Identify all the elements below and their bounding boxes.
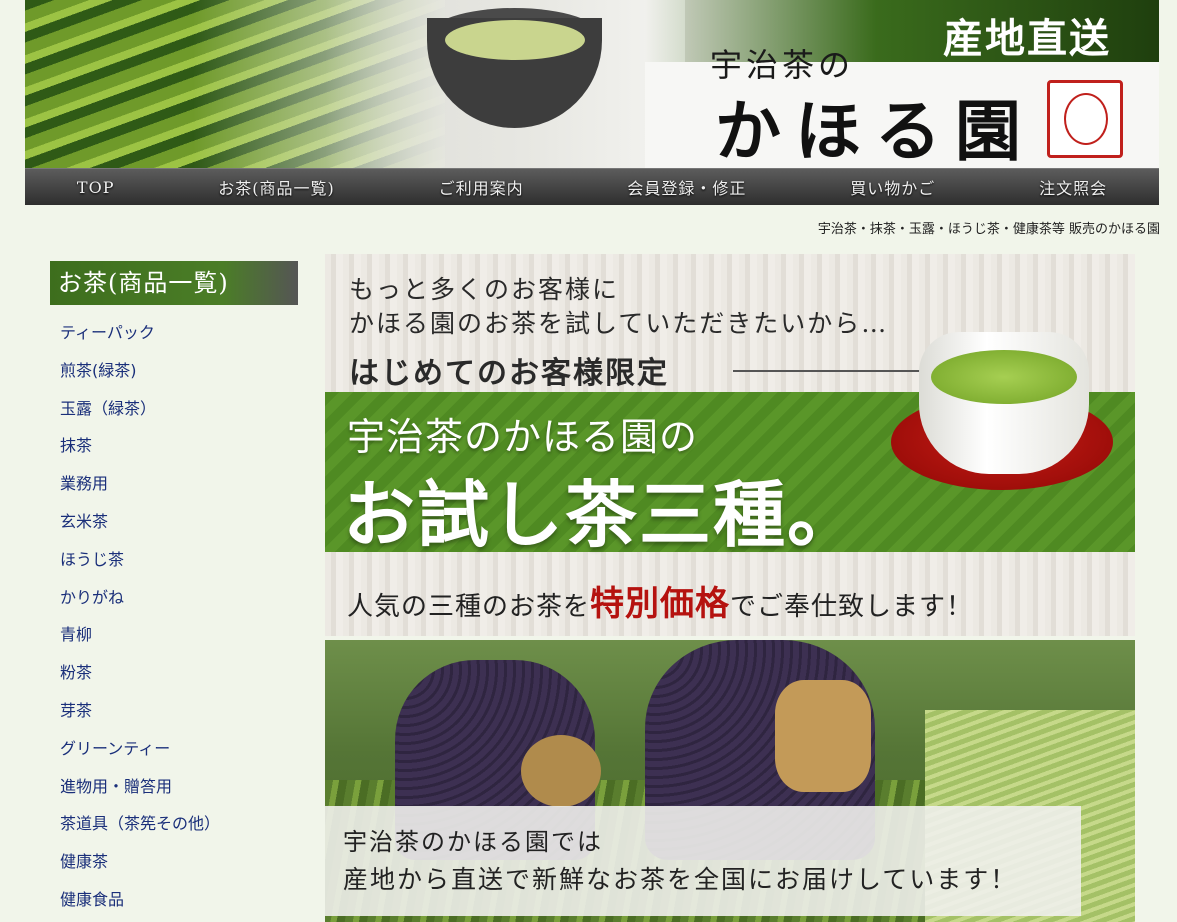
nav-top[interactable]: TOP [77, 178, 115, 197]
trial-tea-banner[interactable]: もっと多くのお客様に かほる園のお茶を試していただきたいから… はじめてのお客様… [325, 254, 1135, 636]
list-item: 煎茶(緑茶) [50, 353, 298, 391]
sidebar-heading: お茶(商品一覧) [50, 261, 298, 305]
banner-offer-text: 人気の三種のお茶を特別価格でご奉仕致します！ [347, 576, 973, 625]
farm-caption-line2: 産地から直送で新鮮なお茶を全国にお届けしています！ [343, 865, 1018, 894]
sidebar: お茶(商品一覧) ティーパック 煎茶(緑茶) 玉露（緑茶） 抹茶 業務用 玄米茶… [50, 261, 298, 920]
nav-order-inquiry[interactable]: 注文照会 [1039, 175, 1107, 199]
list-item: 粉茶 [50, 655, 298, 693]
list-item: 芽茶 [50, 693, 298, 731]
banner-green-line2: お試し茶三種。 [343, 472, 862, 557]
main-content: もっと多くのお客様に かほる園のお茶を試していただきたいから… はじめてのお客様… [325, 254, 1135, 922]
basket-image-2 [775, 680, 871, 792]
list-item: 健康茶 [50, 844, 298, 882]
list-item: 業務用 [50, 466, 298, 504]
category-tea-utensils[interactable]: 茶道具（茶筅その他） [60, 814, 220, 833]
list-item: グリーンティー [50, 731, 298, 769]
basket-image [521, 735, 601, 807]
banner-green-line1: 宇治茶のかほる園の [347, 415, 699, 459]
category-greentea[interactable]: グリーンティー [60, 739, 170, 758]
offer-highlight: 特別価格 [590, 584, 731, 624]
list-item: 進物用・贈答用 [50, 769, 298, 807]
list-item: 抹茶 [50, 428, 298, 466]
offer-post: でご奉仕致します！ [730, 592, 974, 622]
category-genmaicha[interactable]: 玄米茶 [60, 512, 108, 531]
list-item: ティーパック [50, 315, 298, 353]
farm-caption-line1: 宇治茶のかほる園では [343, 828, 603, 856]
main-nav: TOP お茶(商品一覧) ご利用案内 会員登録・修正 買い物かご 注文照会 [25, 168, 1159, 205]
offer-pre: 人気の三種のお茶を [347, 592, 591, 622]
banner-divider [733, 370, 933, 372]
portrait-stamp-icon [1047, 80, 1123, 158]
category-konacha[interactable]: 粉茶 [60, 663, 92, 682]
nav-cart[interactable]: 買い物かご [850, 175, 935, 199]
header-tagline: 産地直送 [943, 15, 1111, 62]
stamp-face [1064, 93, 1108, 145]
category-aoyagi[interactable]: 青柳 [60, 625, 92, 644]
category-teabag[interactable]: ティーパック [60, 323, 155, 342]
category-karigane[interactable]: かりがね [60, 588, 124, 607]
nav-member[interactable]: 会員登録・修正 [627, 175, 746, 199]
farm-direct-banner[interactable]: 宇治茶のかほる園では 産地から直送で新鮮なお茶を全国にお届けしています！ [325, 640, 1135, 922]
list-item: かりがね [50, 580, 298, 618]
list-item: 青柳 [50, 617, 298, 655]
banner-line1: もっと多くのお客様に [349, 275, 620, 304]
list-item: 玉露（緑茶） [50, 391, 298, 429]
category-matcha[interactable]: 抹茶 [60, 436, 92, 455]
category-mecha[interactable]: 芽茶 [60, 701, 92, 720]
category-list: ティーパック 煎茶(緑茶) 玉露（緑茶） 抹茶 業務用 玄米茶 ほうじ茶 かりが… [50, 315, 298, 920]
nav-guide[interactable]: ご利用案内 [439, 175, 524, 199]
nav-products[interactable]: お茶(商品一覧) [218, 175, 335, 199]
page-wrapper: 産地直送 宇治茶の かほる園 TOP お茶(商品一覧) ご利用案内 会員登録・修… [25, 0, 1159, 205]
green-tea-image [931, 350, 1077, 404]
list-item: ほうじ茶 [50, 542, 298, 580]
banner-line2: かほる園のお茶を試していただきたいから… [349, 309, 889, 338]
category-sencha[interactable]: 煎茶(緑茶) [60, 361, 137, 380]
list-item: 玄米茶 [50, 504, 298, 542]
category-business[interactable]: 業務用 [60, 474, 108, 493]
site-logo[interactable]: かほる園 [715, 78, 1035, 168]
banner-line3: はじめてのお客様限定 [349, 356, 669, 391]
category-health-food[interactable]: 健康食品 [60, 890, 124, 909]
teacup-tea [445, 20, 585, 60]
category-health-tea[interactable]: 健康茶 [60, 852, 108, 871]
category-gyokuro[interactable]: 玉露（緑茶） [60, 399, 156, 418]
site-header: 産地直送 宇治茶の かほる園 [25, 0, 1159, 168]
site-description: 宇治茶・抹茶・玉露・ほうじ茶・健康茶等 販売のかほる園 [817, 222, 1160, 237]
list-item: 健康食品 [50, 882, 298, 920]
list-item: 茶道具（茶筅その他） [50, 806, 298, 844]
category-hojicha[interactable]: ほうじ茶 [60, 550, 124, 569]
category-gift[interactable]: 進物用・贈答用 [60, 777, 172, 796]
